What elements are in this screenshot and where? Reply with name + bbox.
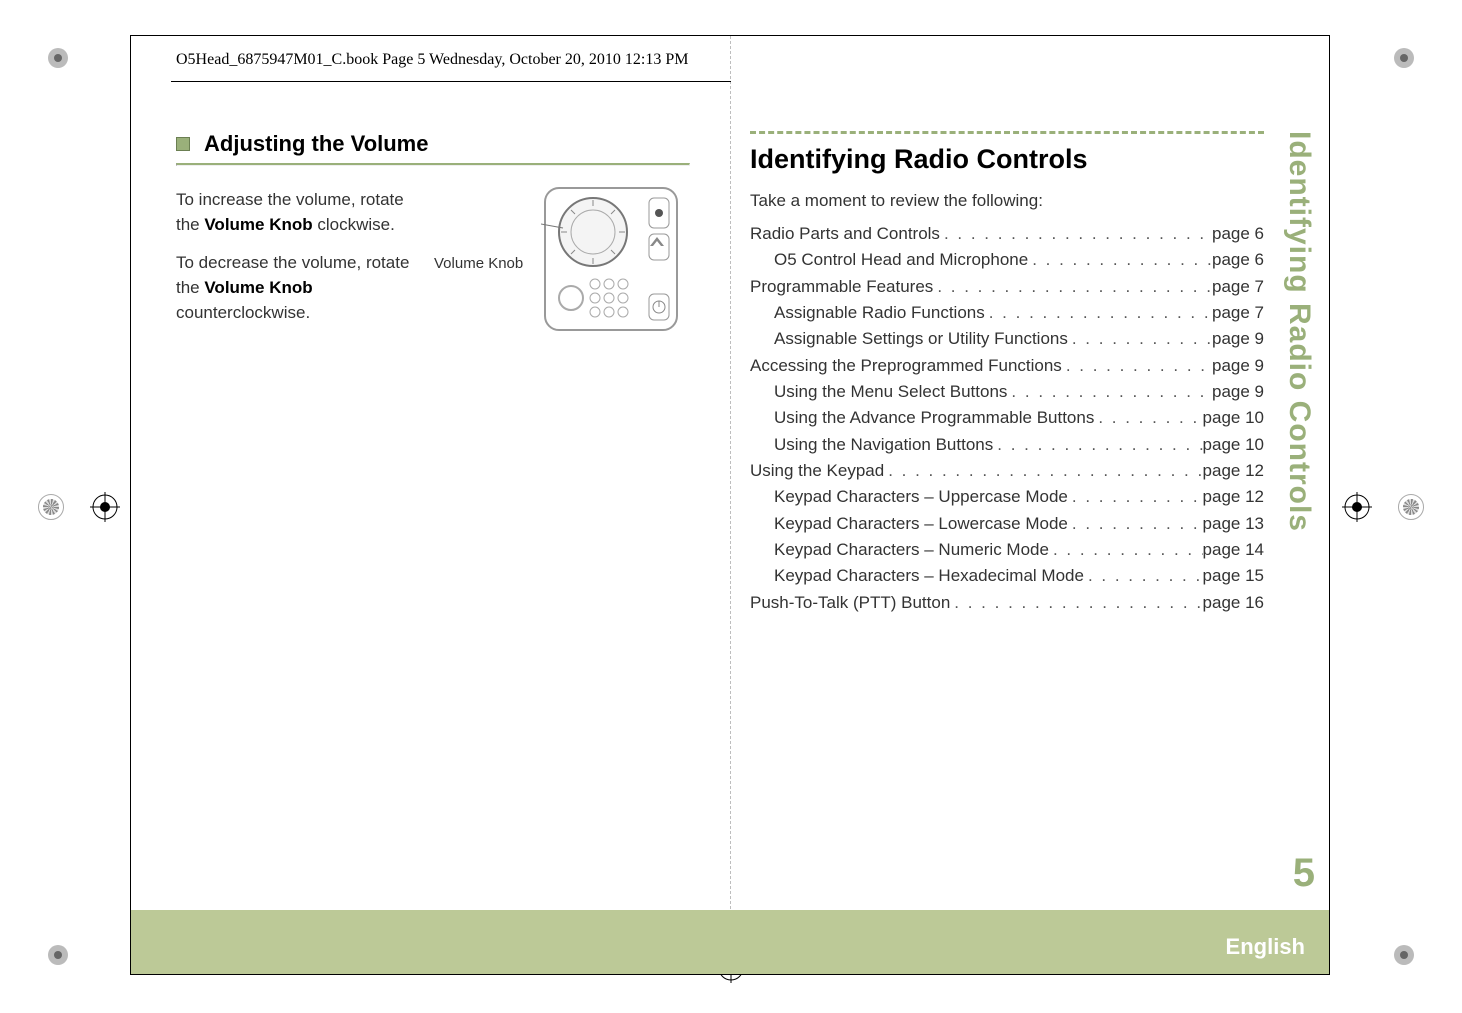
toc-entry-title: Keypad Characters – Lowercase Mode bbox=[774, 511, 1068, 537]
toc-entry-title: Using the Keypad bbox=[750, 458, 884, 484]
heading-rule bbox=[176, 163, 690, 166]
toc-entry-page: page 9 bbox=[1212, 326, 1264, 352]
footer-bar: English bbox=[131, 910, 1329, 974]
toc-entry-page: page 14 bbox=[1203, 537, 1264, 563]
toc-entry-title: Keypad Characters – Uppercase Mode bbox=[774, 484, 1068, 510]
toc-entry-page: page 13 bbox=[1203, 511, 1264, 537]
toc-entry: Keypad Characters – Numeric Mode page 14 bbox=[750, 537, 1264, 563]
toc-entry: Radio Parts and Controls page 6 bbox=[750, 221, 1264, 247]
toc-leader-dots bbox=[950, 590, 1202, 616]
toc-entry-title: Using the Advance Programmable Buttons bbox=[774, 405, 1094, 431]
toc-entry-title: Assignable Radio Functions bbox=[774, 300, 985, 326]
toc-leader-dots bbox=[933, 274, 1212, 300]
toc-entry-page: page 12 bbox=[1203, 458, 1264, 484]
crop-mark-icon bbox=[38, 38, 78, 78]
pinwheel-icon bbox=[1398, 494, 1424, 520]
volume-decrease-paragraph: To decrease the volume, rotate the Volum… bbox=[176, 251, 416, 325]
sidebar-tab-text: Identifying Radio Controls bbox=[1282, 131, 1316, 532]
right-heading: Identifying Radio Controls bbox=[750, 144, 1264, 175]
para1-b: Volume Knob bbox=[204, 215, 312, 234]
section-bullet-icon bbox=[176, 137, 190, 151]
toc-entry-page: page 12 bbox=[1203, 484, 1264, 510]
toc-leader-dots bbox=[1084, 563, 1203, 589]
registration-mark-icon bbox=[90, 492, 120, 522]
toc-entry-page: page 6 bbox=[1212, 247, 1264, 273]
toc-entry-page: page 16 bbox=[1203, 590, 1264, 616]
volume-knob-label: Volume Knob bbox=[434, 255, 523, 272]
toc-leader-dots bbox=[1049, 537, 1203, 563]
sidebar-tab: Identifying Radio Controls bbox=[1277, 131, 1321, 691]
toc-entry: Using the Advance Programmable Buttons pa… bbox=[750, 405, 1264, 431]
toc-entry-title: Using the Menu Select Buttons bbox=[774, 379, 1007, 405]
toc-entry: Assignable Radio Functions page 7 bbox=[750, 300, 1264, 326]
toc-entry-title: Keypad Characters – Hexadecimal Mode bbox=[774, 563, 1084, 589]
toc-entry: Assignable Settings or Utility Functions… bbox=[750, 326, 1264, 352]
crop-mark-icon bbox=[1384, 38, 1424, 78]
toc-entry: Using the Keypad page 12 bbox=[750, 458, 1264, 484]
toc-leader-dots bbox=[1028, 247, 1212, 273]
left-column: Adjusting the Volume To increase the vol… bbox=[176, 131, 690, 616]
toc-entry: Programmable Features page 7 bbox=[750, 274, 1264, 300]
left-heading: Adjusting the Volume bbox=[204, 131, 428, 157]
header-rule bbox=[171, 81, 731, 82]
right-intro: Take a moment to review the following: bbox=[750, 191, 1264, 211]
toc-entry-title: Using the Navigation Buttons bbox=[774, 432, 993, 458]
toc-entry-page: page 7 bbox=[1212, 300, 1264, 326]
dashed-rule bbox=[750, 131, 1264, 134]
toc-entry: O5 Control Head and Microphone page 6 bbox=[750, 247, 1264, 273]
toc-entry: Push-To-Talk (PTT) Button page 16 bbox=[750, 590, 1264, 616]
volume-knob-illustration-icon bbox=[541, 184, 681, 339]
para2-b: Volume Knob bbox=[204, 278, 312, 297]
crop-mark-icon bbox=[1384, 935, 1424, 975]
toc-entry-title: Programmable Features bbox=[750, 274, 933, 300]
toc-leader-dots bbox=[985, 300, 1212, 326]
toc-entry-title: Radio Parts and Controls bbox=[750, 221, 940, 247]
toc-leader-dots bbox=[1062, 353, 1212, 379]
toc-entry: Accessing the Preprogrammed Functions pag… bbox=[750, 353, 1264, 379]
page-frame: O5Head_6875947M01_C.book Page 5 Wednesda… bbox=[130, 35, 1330, 975]
toc-entry-page: page 7 bbox=[1212, 274, 1264, 300]
page-number: 5 bbox=[1293, 851, 1315, 896]
footer-language: English bbox=[1226, 934, 1305, 960]
toc-entry-page: page 15 bbox=[1203, 563, 1264, 589]
toc-leader-dots bbox=[1068, 326, 1212, 352]
toc-entry-title: Push-To-Talk (PTT) Button bbox=[750, 590, 950, 616]
toc-entry: Keypad Characters – Uppercase Mode page 1… bbox=[750, 484, 1264, 510]
toc-entry-title: Assignable Settings or Utility Functions bbox=[774, 326, 1068, 352]
toc-entry: Keypad Characters – Hexadecimal Mode page… bbox=[750, 563, 1264, 589]
toc-list: Radio Parts and Controlspage 6O5 Control… bbox=[750, 221, 1264, 616]
toc-entry-page: page 9 bbox=[1212, 379, 1264, 405]
toc-leader-dots bbox=[1068, 511, 1203, 537]
book-header: O5Head_6875947M01_C.book Page 5 Wednesda… bbox=[176, 51, 688, 69]
toc-entry: Keypad Characters – Lowercase Mode page 1… bbox=[750, 511, 1264, 537]
registration-mark-icon bbox=[1342, 492, 1372, 522]
right-column: Identifying Radio Controls Take a moment… bbox=[750, 131, 1264, 616]
toc-entry-title: O5 Control Head and Microphone bbox=[774, 247, 1028, 273]
toc-leader-dots bbox=[993, 432, 1202, 458]
pinwheel-icon bbox=[38, 494, 64, 520]
toc-leader-dots bbox=[1007, 379, 1212, 405]
toc-entry-title: Keypad Characters – Numeric Mode bbox=[774, 537, 1049, 563]
toc-entry-page: page 10 bbox=[1203, 432, 1264, 458]
crop-mark-icon bbox=[38, 935, 78, 975]
toc-leader-dots bbox=[940, 221, 1212, 247]
toc-entry-page: page 10 bbox=[1203, 405, 1264, 431]
para1-c: clockwise. bbox=[313, 215, 395, 234]
para2-c: counterclockwise. bbox=[176, 303, 310, 322]
toc-entry-page: page 9 bbox=[1212, 353, 1264, 379]
toc-entry-page: page 6 bbox=[1212, 221, 1264, 247]
toc-leader-dots bbox=[1068, 484, 1203, 510]
toc-leader-dots bbox=[1094, 405, 1202, 431]
volume-increase-paragraph: To increase the volume, rotate the Volum… bbox=[176, 188, 416, 237]
toc-entry: Using the Navigation Buttons page 10 bbox=[750, 432, 1264, 458]
toc-leader-dots bbox=[884, 458, 1202, 484]
toc-entry-title: Accessing the Preprogrammed Functions bbox=[750, 353, 1062, 379]
toc-entry: Using the Menu Select Buttons page 9 bbox=[750, 379, 1264, 405]
